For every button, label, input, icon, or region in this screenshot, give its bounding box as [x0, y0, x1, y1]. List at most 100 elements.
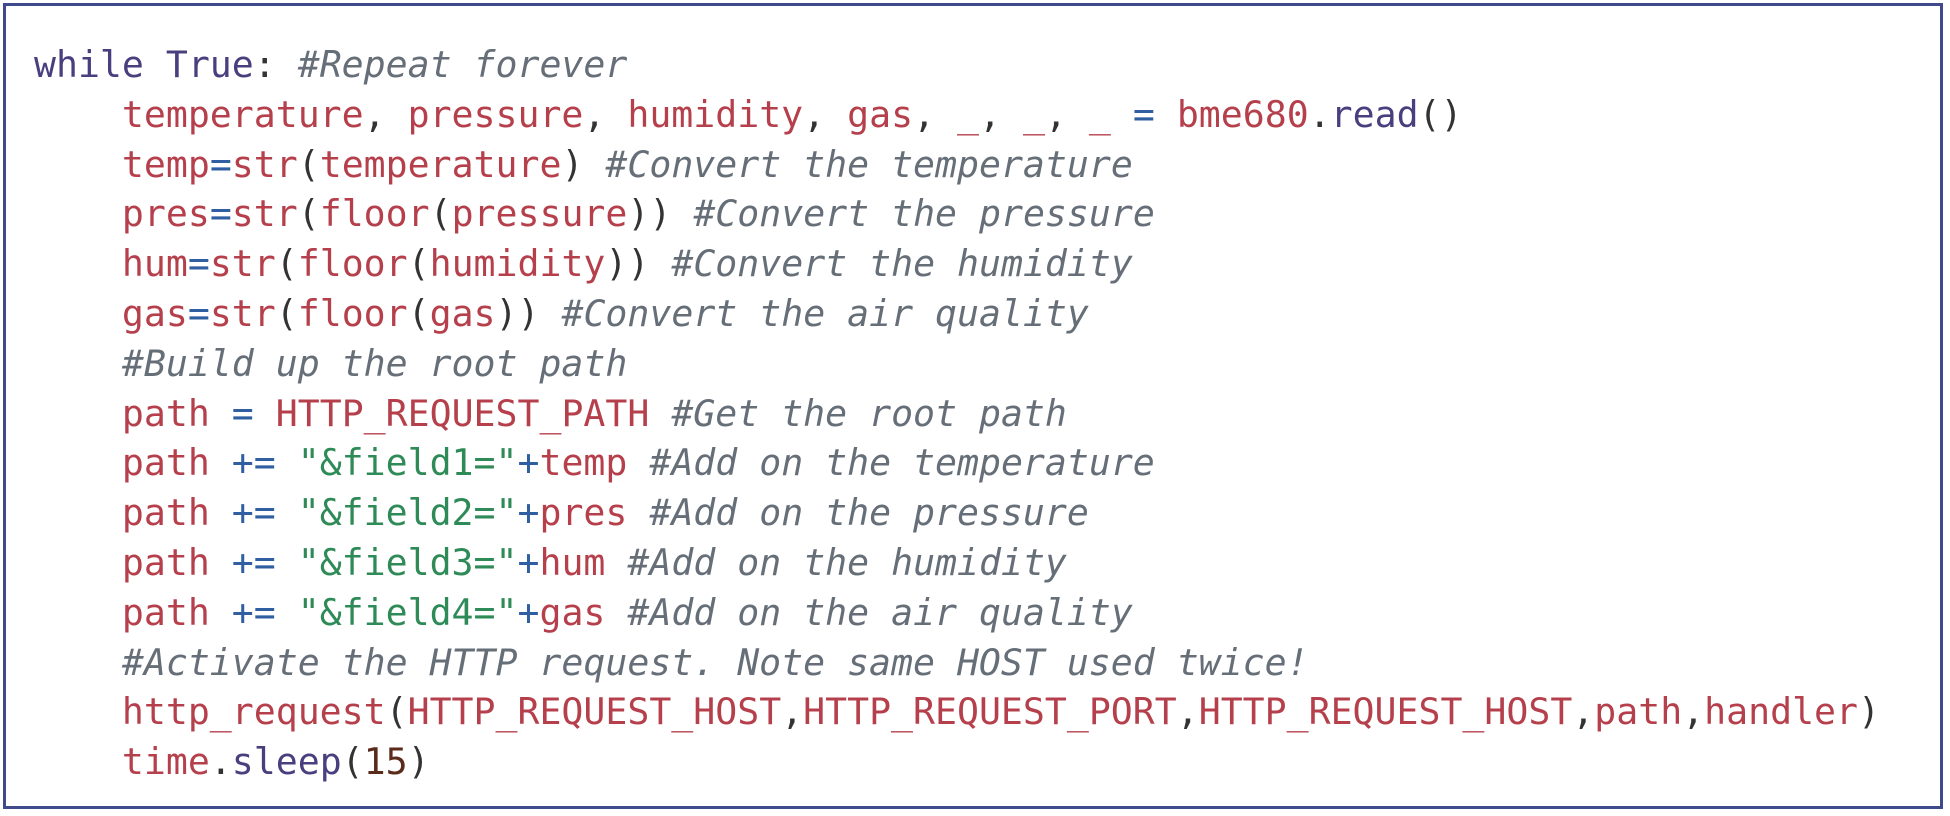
code-punctuation: ( [341, 740, 364, 784]
code-keyword: while [34, 43, 144, 86]
code-comment: #Add on the humidity [627, 540, 1067, 584]
code-identifier: HTTP_REQUEST_PATH [275, 391, 650, 435]
code-punctuation: ( [275, 291, 298, 335]
code-punctuation [210, 441, 232, 484]
code-comment: #Activate the HTTP request. Note same HO… [121, 640, 1309, 684]
code-punctuation: ( [385, 690, 408, 734]
code-identifier: temperature [319, 142, 562, 186]
code-punctuation: , [1176, 690, 1199, 734]
code-string: "&field2=" [297, 491, 518, 535]
code-identifier: path [121, 441, 210, 485]
code-identifier: temp [121, 142, 210, 186]
code-function: read [1330, 92, 1419, 136]
code-line: path += "&field1="+temp #Add on the temp… [34, 438, 1880, 488]
code-operator: = [231, 391, 254, 435]
code-identifier: HTTP_REQUEST_HOST [1198, 690, 1573, 734]
code-line: path += "&field3="+hum #Add on the humid… [34, 538, 1880, 588]
code-keyword: True [165, 43, 254, 86]
code-operator: = [209, 142, 232, 186]
code-comment: #Convert the temperature [605, 142, 1133, 186]
code-punctuation [276, 591, 298, 634]
code-identifier: gas [429, 291, 496, 335]
code-operator: += [231, 590, 276, 634]
code-identifier: humidity [627, 92, 804, 136]
code-line: gas=str(floor(gas)) #Convert the air qua… [34, 289, 1880, 339]
code-punctuation: ) [407, 740, 430, 784]
code-operator: = [187, 242, 210, 286]
code-operator: = [1132, 92, 1155, 136]
code-identifier: path [121, 540, 210, 584]
code-punctuation: ( [297, 192, 320, 236]
code-punctuation: , [913, 92, 958, 136]
code-comment: #Add on the air quality [627, 590, 1133, 634]
code-punctuation [627, 491, 649, 534]
code-punctuation: ( [297, 142, 320, 186]
code-punctuation: , [583, 92, 628, 136]
code-punctuation: , [979, 92, 1023, 136]
code-operator: + [517, 491, 540, 535]
code-punctuation: ( [275, 242, 298, 286]
code-punctuation: . [1308, 92, 1331, 136]
code-punctuation [210, 491, 232, 534]
code-identifier: gas [847, 92, 914, 136]
code-identifier: gas [539, 590, 606, 634]
code-operator: += [231, 491, 276, 535]
code-string: "&field3=" [297, 540, 518, 584]
code-punctuation: , [803, 92, 848, 136]
code-punctuation [210, 541, 232, 584]
code-line: hum=str(floor(humidity)) #Convert the hu… [34, 239, 1880, 289]
code-operator: = [209, 192, 232, 236]
code-punctuation: ( [429, 192, 452, 236]
code-punctuation: ) [1858, 690, 1880, 734]
code-operator: += [231, 540, 276, 584]
code-identifier: str [209, 291, 276, 335]
code-punctuation: , [1572, 690, 1595, 734]
code-identifier: _ [1022, 92, 1045, 136]
code-identifier: str [231, 142, 298, 186]
code-line: temperature, pressure, humidity, gas, _,… [34, 90, 1880, 140]
code-identifier: pressure [407, 92, 584, 136]
code-comment: #Convert the air quality [561, 291, 1089, 335]
code-identifier: temperature [121, 92, 364, 136]
code-listing-frame: while True: #Repeat forever temperature,… [3, 3, 1943, 809]
code-identifier: floor [297, 291, 408, 335]
code-line: path += "&field4="+gas #Add on the air q… [34, 588, 1880, 638]
code-punctuation: )) [627, 192, 694, 236]
code-comment: #Convert the humidity [671, 242, 1133, 286]
code-punctuation [276, 441, 298, 484]
code-line: while True: #Repeat forever [34, 40, 1880, 90]
code-punctuation [144, 43, 166, 86]
code-identifier: _ [957, 92, 979, 136]
code-punctuation [1111, 93, 1133, 136]
code-punctuation [605, 591, 627, 634]
code-line: time.sleep(15) [34, 737, 1880, 787]
code-line: path = HTTP_REQUEST_PATH #Get the root p… [34, 389, 1880, 439]
code-punctuation [276, 491, 298, 534]
code-punctuation: ( [407, 242, 430, 286]
code-comment: #Add on the temperature [649, 441, 1155, 485]
code-punctuation [276, 541, 298, 584]
code-comment: #Add on the pressure [649, 491, 1089, 535]
code-identifier: HTTP_REQUEST_HOST [407, 690, 782, 734]
code-line: temp=str(temperature) #Convert the tempe… [34, 140, 1880, 190]
code-identifier: str [231, 192, 298, 236]
code-line: pres=str(floor(pressure)) #Convert the p… [34, 189, 1880, 239]
code-identifier: pres [539, 491, 628, 535]
code-punctuation: () [1418, 92, 1463, 136]
code-punctuation [649, 392, 671, 435]
code-identifier: bme680 [1176, 92, 1309, 136]
code-identifier: path [1594, 690, 1683, 734]
code-punctuation [627, 441, 649, 484]
code-identifier: gas [121, 291, 188, 335]
code-comment: #Get the root path [671, 391, 1067, 435]
code-punctuation: )) [495, 291, 562, 335]
code-line: #Build up the root path [34, 339, 1880, 389]
code-operator: + [517, 540, 540, 584]
code-identifier: path [121, 491, 210, 535]
code-identifier: temp [539, 441, 628, 485]
code-identifier: pressure [451, 192, 628, 236]
code-punctuation [210, 392, 232, 435]
code-identifier: http_request [121, 690, 386, 734]
code-punctuation: , [1044, 92, 1089, 136]
code-comment: #Convert the pressure [693, 192, 1155, 236]
